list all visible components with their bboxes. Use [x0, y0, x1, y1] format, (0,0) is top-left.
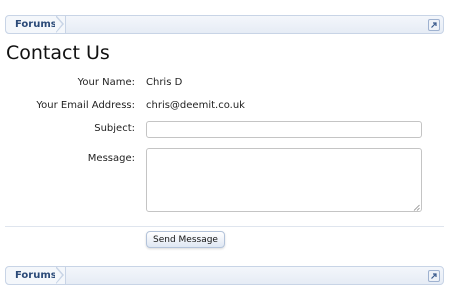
- message-label: Message:: [87, 153, 135, 164]
- jump-to-icon[interactable]: [428, 270, 440, 282]
- send-message-button[interactable]: Send Message: [146, 231, 225, 248]
- email-value: chris@deemit.co.uk: [146, 100, 245, 111]
- name-label: Your Name:: [77, 77, 135, 88]
- email-label: Your Email Address:: [36, 100, 135, 111]
- subject-input[interactable]: [146, 121, 422, 138]
- resize-grip-icon[interactable]: [413, 204, 420, 211]
- form-divider: [5, 226, 444, 227]
- jump-to-icon[interactable]: [428, 19, 440, 31]
- breadcrumb-separator-fill: [55, 267, 62, 284]
- name-value: Chris D: [146, 77, 183, 88]
- subject-label: Subject:: [94, 123, 135, 134]
- breadcrumb-top: Forums: [5, 15, 444, 34]
- breadcrumb-bottom: Forums: [5, 266, 444, 285]
- message-textarea[interactable]: [146, 148, 422, 212]
- page-title: Contact Us: [6, 42, 110, 64]
- breadcrumb-separator-fill: [55, 16, 62, 33]
